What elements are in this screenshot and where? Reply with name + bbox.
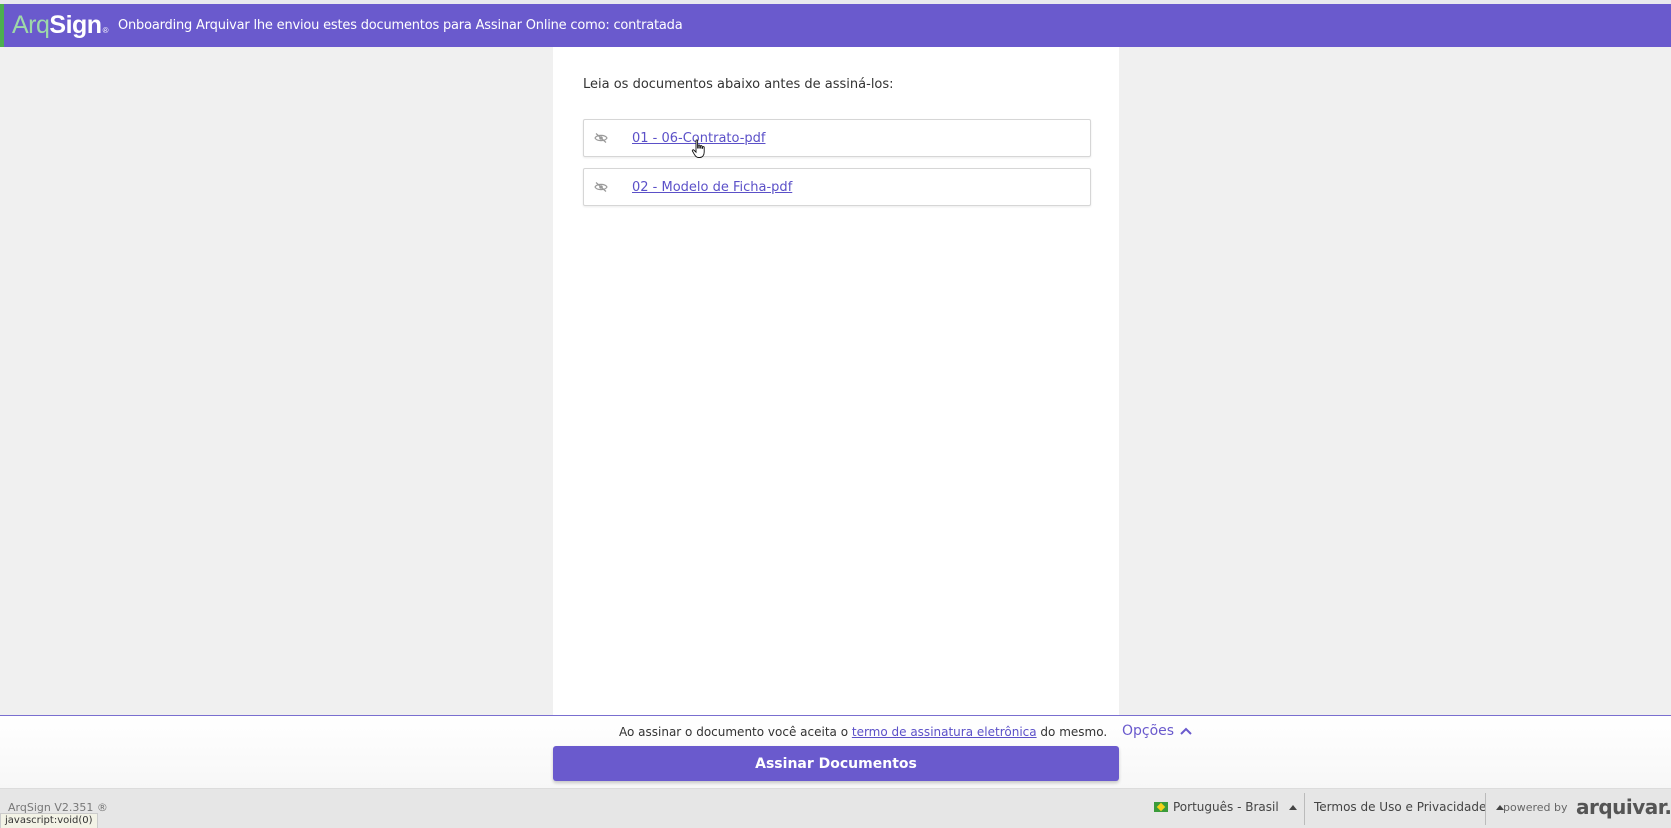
logo-sign: Sign	[49, 11, 102, 39]
browser-status-tooltip: javascript:void(0)	[0, 813, 98, 828]
chevron-up-icon	[1180, 727, 1192, 735]
arqsign-logo: Arq Sign ®	[12, 11, 109, 40]
sign-documents-button[interactable]: Assinar Documentos	[553, 746, 1119, 781]
powered-by-text: powered by	[1503, 801, 1568, 814]
accept-prefix: Ao assinar o documento você aceita o	[619, 725, 852, 739]
terms-privacy-menu[interactable]: Termos de Uso e Privacidade	[1314, 800, 1505, 814]
app-header: Arq Sign ® Onboarding Arquivar lhe enviou …	[0, 4, 1671, 47]
hand-cursor-icon	[691, 139, 705, 158]
sign-footer: Ao assinar o documento você aceita o ter…	[0, 715, 1671, 788]
arquivar-logo: arquivar.	[1576, 795, 1671, 819]
document-item[interactable]: 01 - 06-Contrato-pdf	[583, 119, 1091, 157]
logo-arq: Arq	[12, 11, 50, 39]
bottom-bar: ArqSign V2.351 ® javascript:void(0) Port…	[0, 788, 1671, 828]
divider	[1304, 793, 1305, 825]
language-selector[interactable]: Português - Brasil	[1154, 800, 1297, 814]
header-title: Onboarding Arquivar lhe enviou estes doc…	[117, 18, 683, 33]
brazil-flag-icon	[1154, 802, 1168, 812]
eye-slash-icon	[594, 182, 608, 192]
accept-suffix: do mesmo.	[1036, 725, 1108, 739]
options-label: Opções	[1122, 723, 1175, 739]
documents-panel: Leia os documentos abaixo antes de assin…	[553, 47, 1119, 715]
language-label: Português - Brasil	[1173, 800, 1279, 814]
eye-slash-icon	[594, 133, 608, 143]
options-toggle[interactable]: Opções	[1122, 723, 1192, 739]
document-item[interactable]: 02 - Modelo de Ficha-pdf	[583, 168, 1091, 206]
accept-terms-text: Ao assinar o documento você aceita o ter…	[619, 725, 1107, 739]
signature-terms-link[interactable]: termo de assinatura eletrônica	[852, 725, 1037, 739]
document-link[interactable]: 02 - Modelo de Ficha-pdf	[632, 180, 792, 195]
caret-up-icon	[1288, 804, 1297, 810]
terms-label: Termos de Uso e Privacidade	[1314, 800, 1487, 814]
divider	[1485, 793, 1486, 825]
intro-text: Leia os documentos abaixo antes de assin…	[583, 77, 894, 92]
logo-registered: ®	[102, 26, 109, 35]
